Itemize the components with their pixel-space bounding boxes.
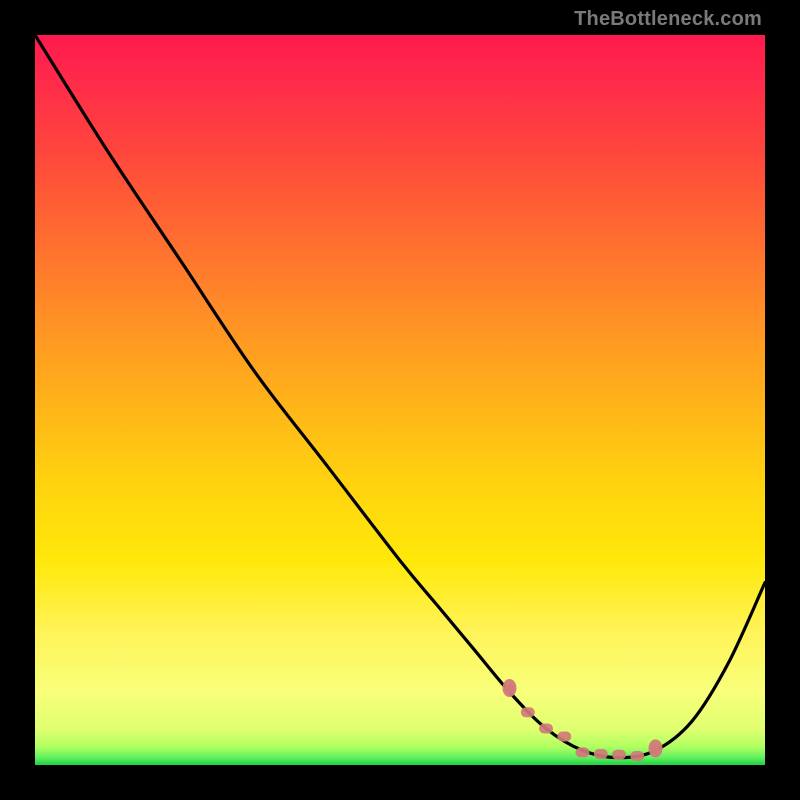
highlight-marker [539,724,553,734]
highlight-end [503,679,517,697]
highlight-marker [576,747,590,757]
highlight-marker [557,732,571,742]
watermark-text: TheBottleneck.com [574,8,762,31]
highlight-marker [630,751,644,761]
curve-path [35,35,765,758]
highlight-marker [521,707,535,717]
highlight-marker [594,749,608,759]
highlight-marker [612,750,626,760]
highlight-dots [503,679,663,761]
bottleneck-curve [35,35,765,765]
highlight-end [649,739,663,757]
chart-frame: TheBottleneck.com [0,0,800,800]
plot-area [35,35,765,765]
